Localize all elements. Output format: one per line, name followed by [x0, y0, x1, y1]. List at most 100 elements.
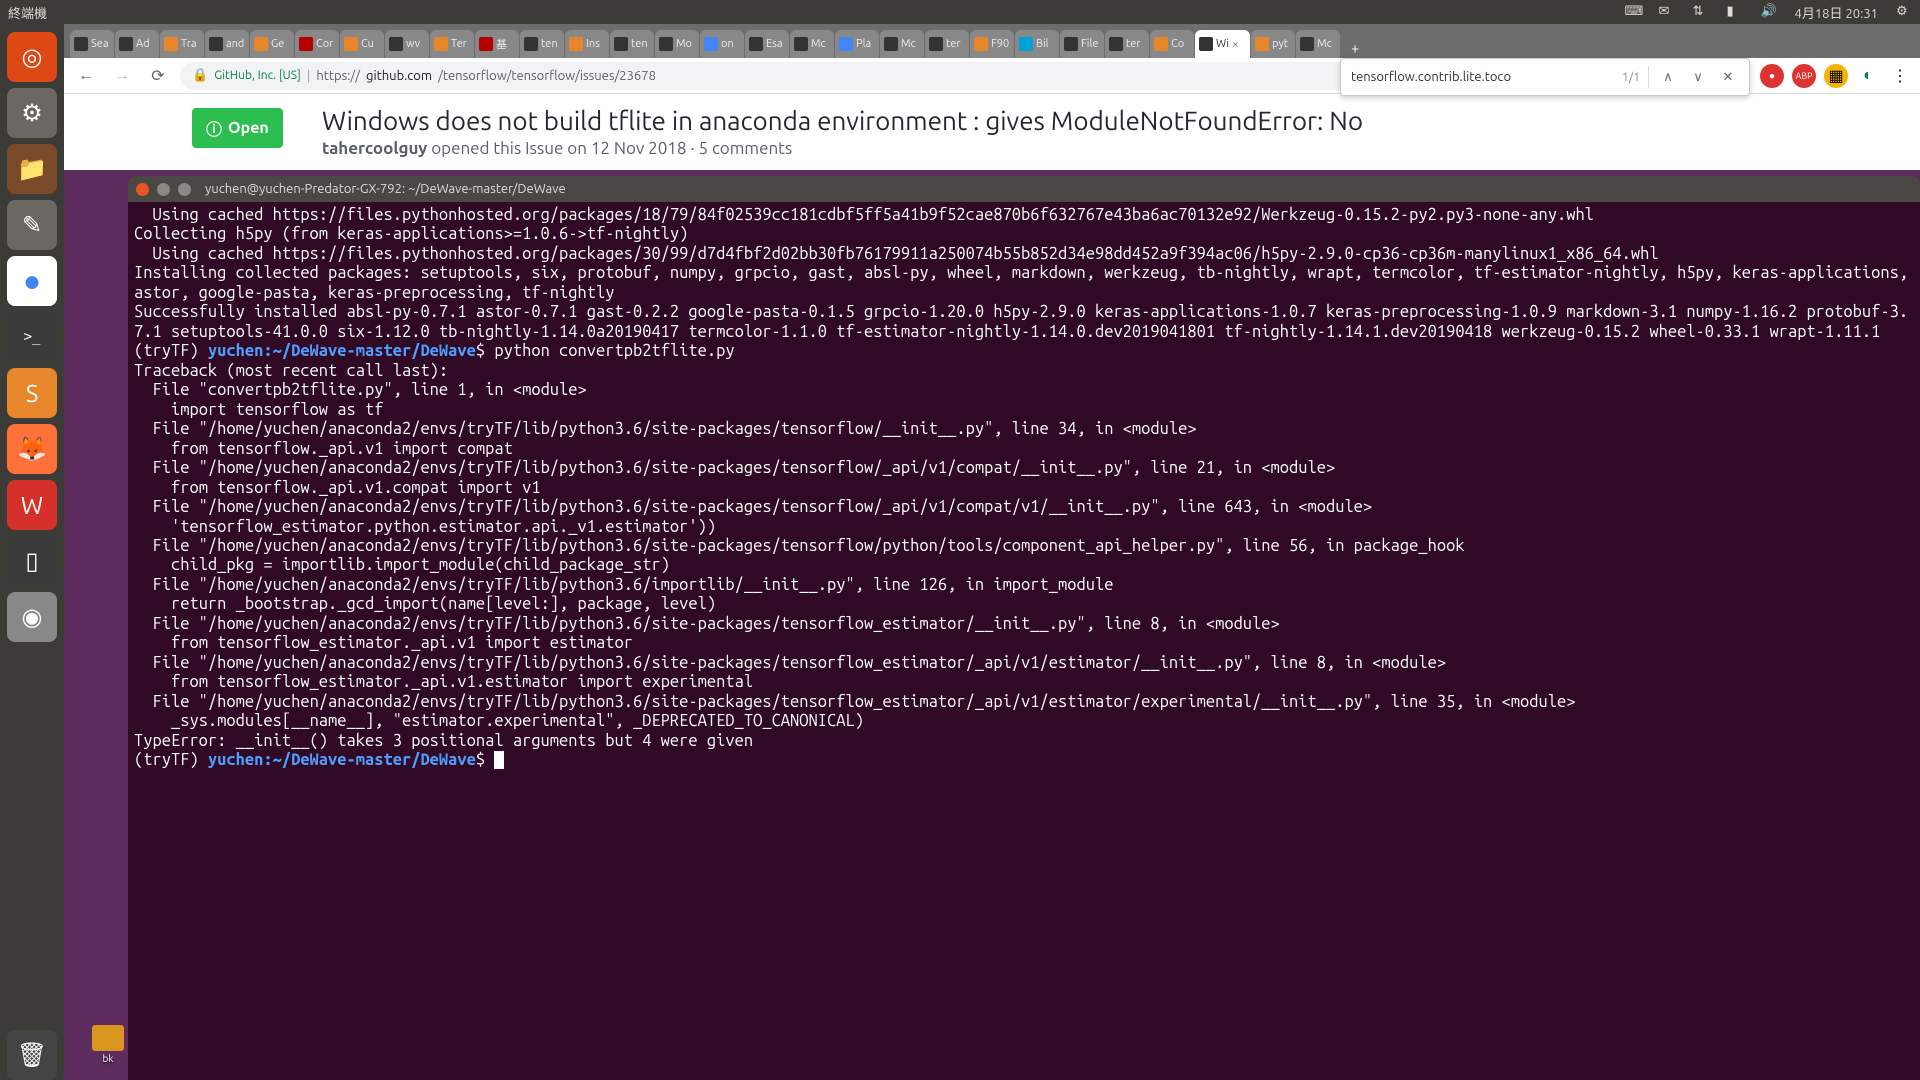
ext-abp-icon[interactable]: ABP	[1792, 64, 1816, 88]
browser-tab[interactable]: Mc	[790, 30, 834, 58]
browser-tab[interactable]: Esa	[745, 30, 789, 58]
find-close-button[interactable]: ✕	[1717, 70, 1739, 85]
browser-tab[interactable]: Ter	[430, 30, 474, 58]
terminal-titlebar[interactable]: yuchen@yuchen-Predator-GX-792: ~/DeWave-…	[128, 176, 1920, 202]
launcher-device[interactable]: ▯	[7, 536, 57, 586]
find-next-button[interactable]: ∨	[1687, 70, 1709, 85]
window-close-button[interactable]	[136, 183, 149, 196]
find-prev-button[interactable]: ∧	[1657, 70, 1679, 85]
chrome-menu-icon[interactable]: ⋮	[1888, 64, 1912, 88]
tab-favicon	[1300, 37, 1314, 51]
tab-favicon	[1064, 37, 1078, 51]
system-top-bar: 終端機 ⌨ ✉ ⇅ ▮ 🔊 4月18日 20:31 ⚙	[0, 0, 1920, 24]
browser-tab[interactable]: Cu	[340, 30, 384, 58]
launcher-sublime[interactable]: S	[7, 368, 57, 418]
launcher-gedit[interactable]: ✎	[7, 200, 57, 250]
browser-tab[interactable]: Tra	[160, 30, 204, 58]
browser-tab[interactable]: Mc	[880, 30, 924, 58]
launcher-firefox[interactable]: 🦊	[7, 424, 57, 474]
url-host: github.com	[366, 69, 432, 83]
issue-meta: tahercoolguy opened this Issue on 12 Nov…	[322, 139, 1896, 158]
launcher-trash[interactable]: 🗑	[7, 1030, 57, 1080]
url-prefix: https://	[316, 69, 360, 83]
network-icon[interactable]: ⇅	[1693, 4, 1709, 20]
browser-tab[interactable]: ter	[1105, 30, 1149, 58]
tab-favicon	[209, 37, 223, 51]
browser-tab[interactable]: Sea	[70, 30, 114, 58]
browser-tab[interactable]: Co	[1150, 30, 1194, 58]
tab-title: on	[721, 38, 734, 50]
issue-status-text: Open	[228, 119, 269, 137]
nav-back-button[interactable]: ←	[72, 62, 100, 90]
tab-favicon	[119, 37, 133, 51]
browser-tab[interactable]: Mo	[655, 30, 699, 58]
issue-author[interactable]: tahercoolguy	[322, 139, 427, 158]
find-input[interactable]: tensorflow.contrib.lite.toco	[1351, 70, 1614, 84]
browser-tab[interactable]: ten	[610, 30, 654, 58]
tab-title: 基	[496, 36, 507, 52]
terminal-output[interactable]: Using cached https://files.pythonhosted.…	[128, 202, 1920, 1080]
unity-launcher: ◎ ⚙ 📁 ✎ ● >_ S 🦊 W ▯ ◉ 🗑	[0, 24, 64, 1080]
browser-tab[interactable]: 基	[475, 30, 519, 58]
launcher-chrome[interactable]: ●	[7, 256, 57, 306]
ext-red-icon[interactable]: ●	[1760, 64, 1784, 88]
launcher-files[interactable]: 📁	[7, 144, 57, 194]
tab-title: Ge	[271, 38, 284, 50]
tab-favicon	[1199, 37, 1213, 51]
tab-favicon	[164, 37, 178, 51]
keyboard-icon[interactable]: ⌨	[1625, 4, 1641, 20]
tab-title: F90	[991, 38, 1009, 50]
browser-tab[interactable]: File	[1060, 30, 1104, 58]
browser-tab[interactable]: Ad	[115, 30, 159, 58]
find-in-page-popup: tensorflow.contrib.lite.toco 1/1 ∧ ∨ ✕	[1340, 58, 1750, 96]
browser-tab[interactable]: on	[700, 30, 744, 58]
launcher-settings[interactable]: ⚙	[7, 88, 57, 138]
browser-tab[interactable]: ten	[520, 30, 564, 58]
tab-favicon	[254, 37, 268, 51]
clock[interactable]: 4月18日 20:31	[1795, 3, 1879, 22]
ext-tamper-icon[interactable]: ▦	[1824, 64, 1848, 88]
launcher-terminal[interactable]: >_	[7, 312, 57, 362]
browser-tab[interactable]: F90	[970, 30, 1014, 58]
launcher-wps[interactable]: W	[7, 480, 57, 530]
tab-favicon	[749, 37, 763, 51]
tab-title: Pla	[856, 38, 871, 50]
browser-tab[interactable]: Pla	[835, 30, 879, 58]
volume-icon[interactable]: 🔊	[1761, 4, 1777, 20]
tab-strip: SeaAdTraandGeCorCuwvTer基tenInstenMoonEsa…	[64, 24, 1920, 58]
window-maximize-button[interactable]	[178, 183, 191, 196]
new-tab-button[interactable]: +	[1341, 38, 1369, 58]
browser-tab[interactable]: and	[205, 30, 249, 58]
window-minimize-button[interactable]	[157, 183, 170, 196]
nav-reload-button[interactable]: ⟳	[144, 62, 172, 90]
browser-tab[interactable]: Cor	[295, 30, 339, 58]
session-gear-icon[interactable]: ⚙	[1896, 4, 1912, 20]
launcher-dash[interactable]: ◎	[7, 32, 57, 82]
tab-close-button[interactable]: ×	[1232, 38, 1246, 51]
tab-title: Mc	[1317, 38, 1332, 50]
ext-green-icon[interactable]: ◐	[1856, 64, 1880, 88]
nav-forward-button[interactable]: →	[108, 62, 136, 90]
browser-tab[interactable]: Bil	[1015, 30, 1059, 58]
tab-title: pyt	[1272, 38, 1288, 50]
browser-tab[interactable]: wv	[385, 30, 429, 58]
launcher-disc[interactable]: ◉	[7, 592, 57, 642]
tab-favicon	[704, 37, 718, 51]
tab-title: Mc	[811, 38, 826, 50]
desktop-folder-label: bk	[88, 1053, 128, 1064]
browser-tab[interactable]: Ge	[250, 30, 294, 58]
browser-tab[interactable]: Mc	[1296, 30, 1340, 58]
battery-icon[interactable]: ▮	[1727, 4, 1743, 20]
messages-icon[interactable]: ✉	[1659, 4, 1675, 20]
tab-favicon	[1019, 37, 1033, 51]
tab-favicon	[524, 37, 538, 51]
desktop-folder[interactable]: bk	[88, 1025, 128, 1064]
browser-tab[interactable]: Ins	[565, 30, 609, 58]
browser-tab[interactable]: ter	[925, 30, 969, 58]
ev-cert-label: GitHub, Inc. [US]	[214, 69, 301, 82]
tab-favicon	[614, 37, 628, 51]
browser-tab[interactable]: Wi×	[1195, 30, 1250, 58]
terminal-title: yuchen@yuchen-Predator-GX-792: ~/DeWave-…	[205, 182, 566, 196]
browser-tab[interactable]: pyt	[1251, 30, 1295, 58]
tab-favicon	[479, 37, 493, 51]
